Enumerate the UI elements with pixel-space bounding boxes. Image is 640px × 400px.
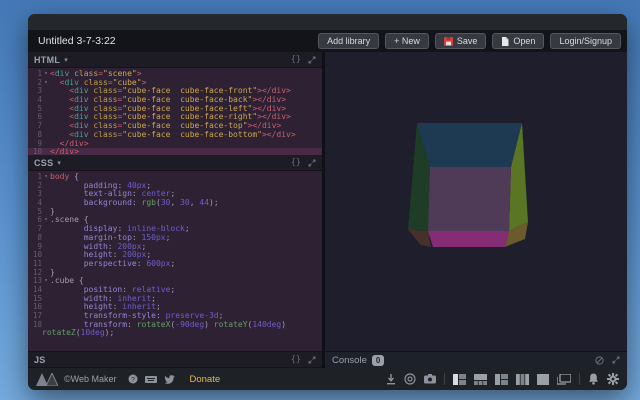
- app-header: Untitled 3-7-3:22 Add library + New Save…: [28, 30, 627, 52]
- donate-link[interactable]: Donate: [189, 374, 220, 385]
- expand-console-icon[interactable]: [612, 356, 620, 364]
- html-code-editor[interactable]: 1▾<div class="scene">2▾ <div class="cube…: [28, 68, 322, 155]
- codify-icon[interactable]: {}: [291, 355, 301, 365]
- code-line: 11 perspective: 600px;: [28, 260, 322, 269]
- js-panel-label: JS: [34, 355, 46, 365]
- css-panel-label: CSS: [34, 158, 53, 168]
- web-maker-logo: [36, 373, 58, 386]
- download-icon[interactable]: [386, 374, 396, 385]
- code-line: rotateZ(10deg);: [28, 329, 322, 338]
- html-panel-header[interactable]: HTML ▾ {}: [28, 52, 322, 68]
- cube-preview: [325, 52, 627, 351]
- copyright-link[interactable]: ©Web Maker: [64, 374, 116, 384]
- css-code-editor[interactable]: 1▾body {2 padding: 40px;3 text-align: ce…: [28, 171, 322, 351]
- code-line: 10</div>: [28, 148, 322, 155]
- detached-preview-icon[interactable]: [557, 374, 571, 385]
- chevron-down-icon[interactable]: ▾: [64, 56, 68, 64]
- codify-icon[interactable]: {}: [291, 158, 301, 168]
- layout-sidebar-icon[interactable]: [453, 374, 466, 385]
- login-signup-label: Login/Signup: [559, 36, 612, 46]
- cube-face-bottom: [428, 231, 509, 247]
- chevron-down-icon[interactable]: ▾: [57, 159, 61, 167]
- footer-bar: ©Web Maker ? Donate: [28, 368, 627, 390]
- clear-console-icon[interactable]: [595, 356, 604, 365]
- preview-column: Console 0: [325, 52, 627, 368]
- settings-gear-icon[interactable]: [607, 373, 619, 385]
- screenshot-camera-icon[interactable]: [424, 374, 436, 384]
- editor-column: HTML ▾ {} 1▾<div class="scene">2▾ <div c…: [28, 52, 322, 368]
- js-panel-header[interactable]: JS {}: [28, 351, 322, 368]
- console-bar[interactable]: Console 0: [325, 351, 627, 368]
- expand-panel-icon[interactable]: [308, 356, 316, 364]
- cube-face-front: [428, 167, 511, 231]
- layout-full-icon[interactable]: [537, 374, 549, 385]
- twitter-icon[interactable]: [164, 375, 175, 384]
- codepen-icon[interactable]: [404, 373, 416, 385]
- layout-left-icon[interactable]: [495, 374, 508, 385]
- css-panel-header[interactable]: CSS ▾ {}: [28, 155, 322, 171]
- new-label: + New: [394, 36, 420, 46]
- expand-panel-icon[interactable]: [308, 56, 316, 64]
- layout-bottom-icon[interactable]: [474, 374, 487, 385]
- preview-pane: [325, 52, 627, 351]
- save-label: Save: [457, 36, 478, 46]
- codify-icon[interactable]: {}: [291, 55, 301, 65]
- file-icon: [501, 37, 509, 46]
- notifications-bell-icon[interactable]: [588, 373, 599, 385]
- desktop-backdrop: Untitled 3-7-3:22 Add library + New Save…: [0, 0, 640, 400]
- add-library-label: Add library: [327, 36, 370, 46]
- save-icon: [444, 37, 453, 46]
- titlebar: [28, 14, 627, 30]
- open-label: Open: [513, 36, 535, 46]
- cube-face-corner-left: [408, 230, 431, 247]
- console-count-badge: 0: [372, 355, 384, 366]
- cube-face-top: [417, 123, 522, 167]
- svg-text:?: ?: [132, 376, 136, 383]
- code-line: 4 background: rgb(30, 30, 44);: [28, 199, 322, 208]
- keyboard-shortcuts-icon[interactable]: [145, 375, 157, 384]
- document-title: Untitled 3-7-3:22: [38, 35, 116, 47]
- html-panel-label: HTML: [34, 55, 60, 65]
- add-library-button[interactable]: Add library: [318, 33, 379, 49]
- web-maker-window: Untitled 3-7-3:22 Add library + New Save…: [28, 14, 627, 390]
- new-button[interactable]: + New: [385, 33, 429, 49]
- open-button[interactable]: Open: [492, 33, 544, 49]
- expand-panel-icon[interactable]: [308, 159, 316, 167]
- help-icon[interactable]: ?: [128, 374, 138, 384]
- console-label: Console: [332, 355, 367, 366]
- save-button[interactable]: Save: [435, 33, 487, 49]
- layout-columns-icon[interactable]: [516, 374, 529, 385]
- login-signup-button[interactable]: Login/Signup: [550, 33, 621, 49]
